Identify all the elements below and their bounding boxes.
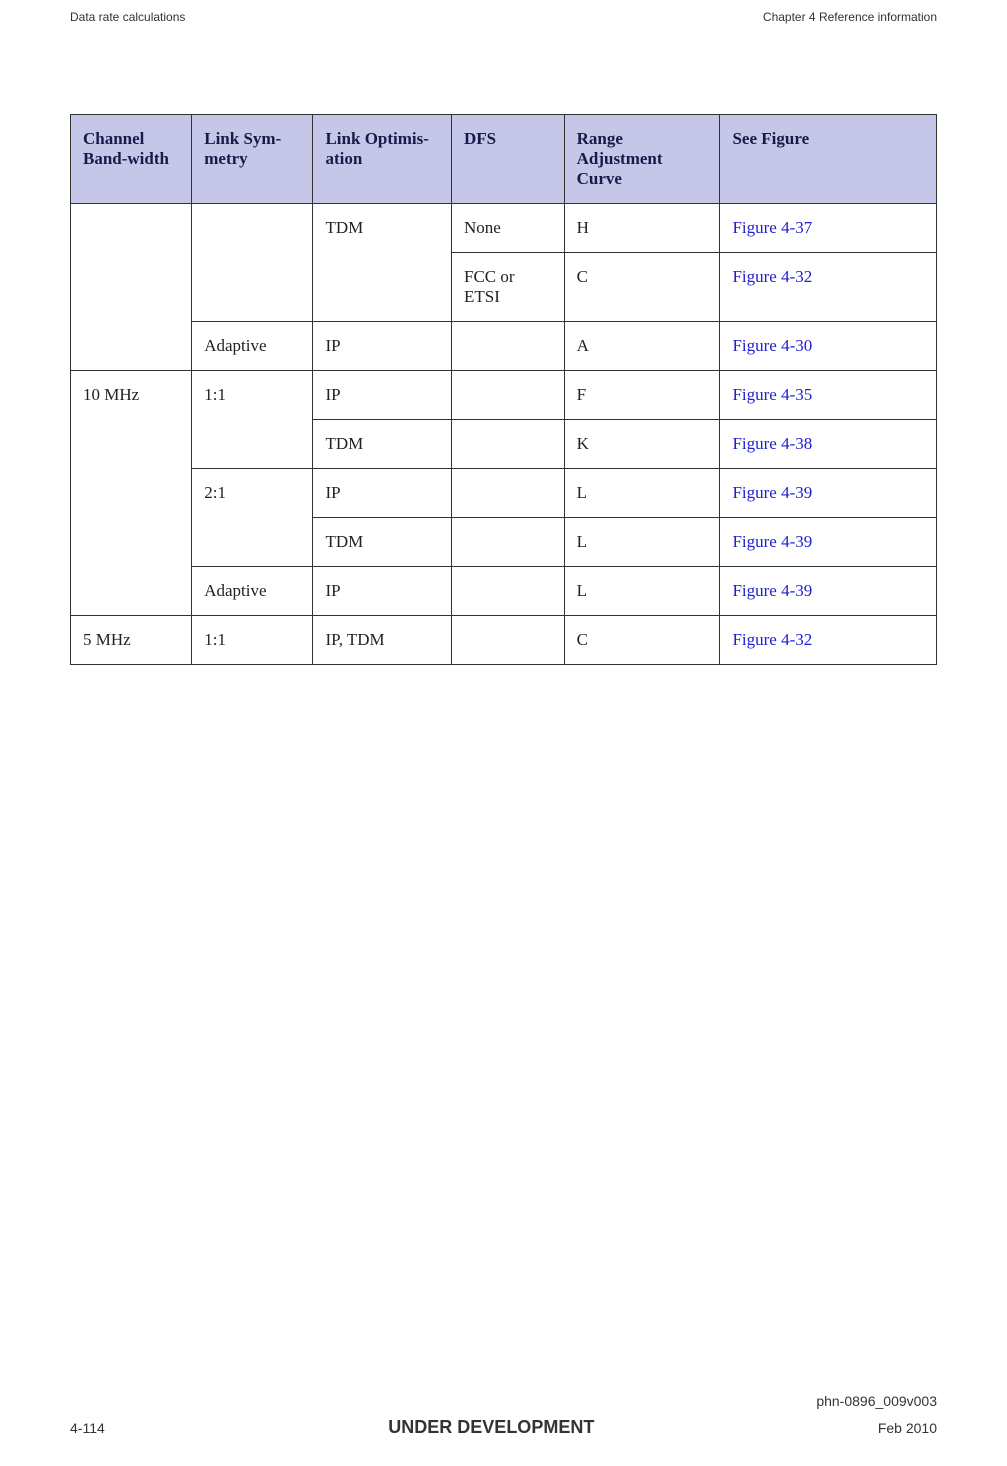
- cell-dfs: [452, 616, 565, 665]
- cell-dfs: [452, 322, 565, 371]
- table-row: 5 MHz 1:1 IP, TDM C Figure 4-32: [71, 616, 937, 665]
- footer-date: Feb 2010: [878, 1420, 937, 1436]
- cell-figure: Figure 4-37: [720, 204, 937, 253]
- figure-link[interactable]: Figure 4-39: [732, 581, 812, 600]
- table-row: 10 MHz 1:1 IP F Figure 4-35: [71, 371, 937, 420]
- cell-range: H: [564, 204, 720, 253]
- cell-symmetry: Adaptive: [192, 322, 313, 371]
- page-footer: phn-0896_009v003 4-114 UNDER DEVELOPMENT…: [0, 1393, 1007, 1438]
- cell-optimisation: IP: [313, 469, 452, 518]
- cell-figure: Figure 4-38: [720, 420, 937, 469]
- cell-figure: Figure 4-32: [720, 616, 937, 665]
- footer-status: UNDER DEVELOPMENT: [388, 1417, 594, 1438]
- figure-link[interactable]: Figure 4-32: [732, 267, 812, 286]
- th-see-figure: See Figure: [720, 115, 937, 204]
- data-rate-table: Channel Band-width Link Sym-metry Link O…: [70, 114, 937, 665]
- figure-link[interactable]: Figure 4-39: [732, 483, 812, 502]
- cell-figure: Figure 4-39: [720, 518, 937, 567]
- footer-doc-id: phn-0896_009v003: [70, 1393, 937, 1409]
- cell-optimisation: IP: [313, 322, 452, 371]
- table-row: Adaptive IP A Figure 4-30: [71, 322, 937, 371]
- table-header-row: Channel Band-width Link Sym-metry Link O…: [71, 115, 937, 204]
- cell-symmetry: 1:1: [192, 616, 313, 665]
- cell-figure: Figure 4-39: [720, 469, 937, 518]
- cell-optimisation: TDM: [313, 420, 452, 469]
- table-row: Adaptive IP L Figure 4-39: [71, 567, 937, 616]
- cell-figure: Figure 4-30: [720, 322, 937, 371]
- cell-dfs: [452, 469, 565, 518]
- figure-link[interactable]: Figure 4-39: [732, 532, 812, 551]
- cell-figure: Figure 4-39: [720, 567, 937, 616]
- cell-figure: Figure 4-32: [720, 253, 937, 322]
- footer-page-number: 4-114: [70, 1420, 105, 1436]
- cell-bandwidth: 10 MHz: [71, 371, 192, 616]
- figure-link[interactable]: Figure 4-30: [732, 336, 812, 355]
- cell-optimisation: IP, TDM: [313, 616, 452, 665]
- cell-dfs: [452, 518, 565, 567]
- cell-optimisation: TDM: [313, 204, 452, 322]
- cell-bandwidth: 5 MHz: [71, 616, 192, 665]
- th-link-symmetry: Link Sym-metry: [192, 115, 313, 204]
- cell-dfs: None: [452, 204, 565, 253]
- cell-bandwidth: [71, 204, 192, 371]
- table-row: TDM None H Figure 4-37: [71, 204, 937, 253]
- cell-range: F: [564, 371, 720, 420]
- figure-link[interactable]: Figure 4-37: [732, 218, 812, 237]
- cell-optimisation: TDM: [313, 518, 452, 567]
- cell-symmetry: [192, 204, 313, 322]
- cell-range: L: [564, 518, 720, 567]
- cell-optimisation: IP: [313, 371, 452, 420]
- cell-range: L: [564, 567, 720, 616]
- cell-range: A: [564, 322, 720, 371]
- th-dfs: DFS: [452, 115, 565, 204]
- figure-link[interactable]: Figure 4-35: [732, 385, 812, 404]
- cell-dfs: [452, 567, 565, 616]
- cell-range: C: [564, 616, 720, 665]
- table-row: 2:1 IP L Figure 4-39: [71, 469, 937, 518]
- th-channel-bandwidth: Channel Band-width: [71, 115, 192, 204]
- cell-optimisation: IP: [313, 567, 452, 616]
- cell-dfs: [452, 371, 565, 420]
- th-range-adjustment: Range Adjustment Curve: [564, 115, 720, 204]
- header-left: Data rate calculations: [70, 10, 185, 24]
- figure-link[interactable]: Figure 4-32: [732, 630, 812, 649]
- th-link-optimisation: Link Optimis-ation: [313, 115, 452, 204]
- header-right: Chapter 4 Reference information: [763, 10, 937, 24]
- figure-link[interactable]: Figure 4-38: [732, 434, 812, 453]
- cell-range: C: [564, 253, 720, 322]
- cell-dfs: [452, 420, 565, 469]
- cell-symmetry: 1:1: [192, 371, 313, 469]
- cell-figure: Figure 4-35: [720, 371, 937, 420]
- cell-dfs: FCC or ETSI: [452, 253, 565, 322]
- cell-symmetry: 2:1: [192, 469, 313, 567]
- cell-range: K: [564, 420, 720, 469]
- footer-bottom-row: 4-114 UNDER DEVELOPMENT Feb 2010: [70, 1417, 937, 1438]
- page-header: Data rate calculations Chapter 4 Referen…: [0, 0, 1007, 24]
- cell-symmetry: Adaptive: [192, 567, 313, 616]
- table-container: Channel Band-width Link Sym-metry Link O…: [0, 24, 1007, 665]
- cell-range: L: [564, 469, 720, 518]
